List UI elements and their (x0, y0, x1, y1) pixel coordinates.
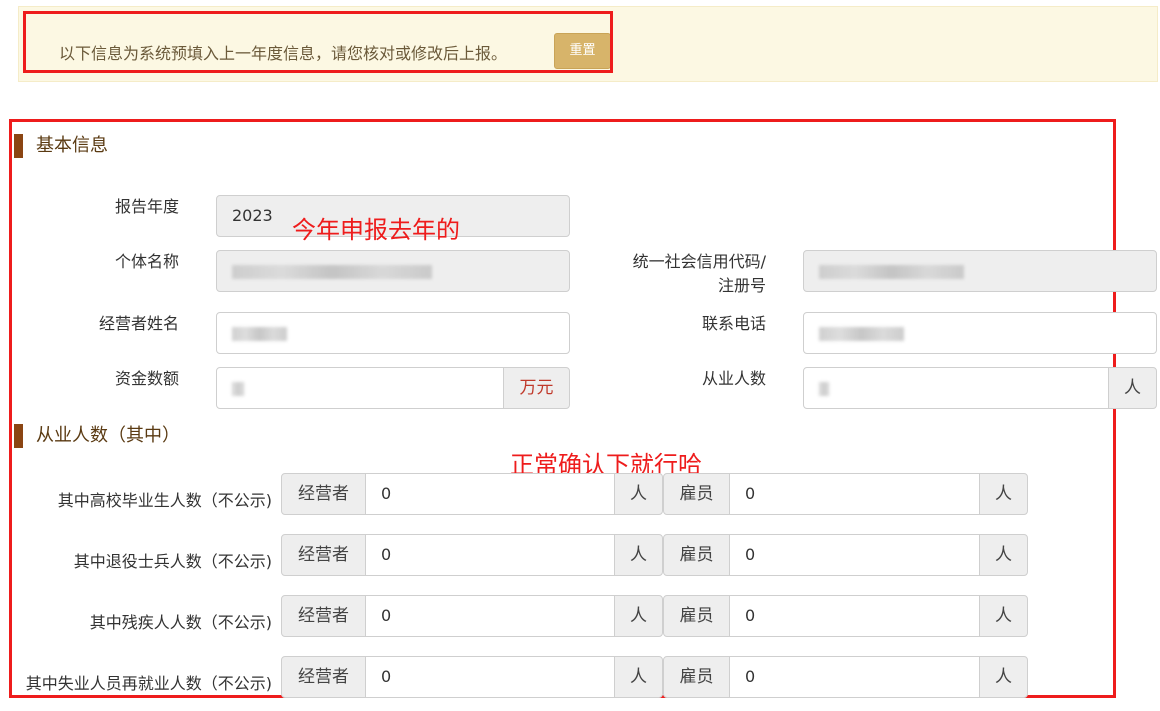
name-redacted (232, 264, 432, 279)
section-title-employment-label: 从业人数（其中） (36, 425, 180, 446)
operator-unit-addon: 人 (614, 656, 663, 698)
report-year-label: 报告年度 (114, 197, 179, 216)
operator-name-label: 经营者姓名 (98, 314, 179, 333)
name-label: 个体名称 (114, 252, 179, 271)
employee-unit-addon: 人 (979, 595, 1028, 637)
operator-unit-addon: 人 (614, 473, 663, 515)
employee-count-input[interactable]: 0 (729, 534, 980, 576)
section-title-basic: 基本信息 (14, 134, 108, 158)
credit-code-field[interactable] (803, 250, 1157, 292)
credit-code-label-line-2: 注册号 (717, 276, 766, 295)
capital-redacted (232, 381, 244, 396)
employment-row-label: 其中退役士兵人数（不公示) (73, 552, 272, 571)
capital-field[interactable] (216, 367, 504, 409)
operator-name-field[interactable] (216, 312, 570, 354)
annotation-year-note: 今年申报去年的 (292, 216, 460, 244)
employee-unit-addon: 人 (979, 534, 1028, 576)
section-bar (14, 424, 23, 448)
operator-count-input[interactable]: 0 (365, 656, 615, 698)
phone-redacted (819, 326, 904, 341)
operator-addon: 经营者 (281, 595, 366, 637)
operator-count-value: 0 (381, 606, 392, 625)
employment-row-label: 其中高校毕业生人数（不公示) (57, 491, 272, 510)
operator-count-input[interactable]: 0 (365, 534, 615, 576)
credit-code-label-line-1: 统一社会信用代码/ (632, 252, 766, 271)
employee-unit-addon: 人 (979, 656, 1028, 698)
employee-count-input[interactable]: 0 (729, 473, 980, 515)
capital-label: 资金数额 (114, 369, 179, 388)
section-title-basic-label: 基本信息 (36, 135, 108, 156)
phone-label: 联系电话 (701, 314, 766, 333)
employee-unit-addon: 人 (979, 473, 1028, 515)
operator-count-value: 0 (381, 545, 392, 564)
employee-count-value: 0 (745, 667, 756, 686)
employee-addon: 雇员 (663, 473, 730, 515)
employee-addon: 雇员 (663, 656, 730, 698)
name-field[interactable] (216, 250, 570, 292)
phone-field[interactable] (803, 312, 1157, 354)
employees-label: 从业人数 (701, 369, 766, 388)
operator-count-input[interactable]: 0 (365, 473, 615, 515)
employee-count-input[interactable]: 0 (729, 656, 980, 698)
operator-addon: 经营者 (281, 534, 366, 576)
employment-row-label: 其中失业人员再就业人数（不公示) (25, 674, 272, 693)
section-title-employment: 从业人数（其中） (14, 424, 180, 448)
employees-field[interactable] (803, 367, 1109, 409)
operator-unit-addon: 人 (614, 534, 663, 576)
credit-code-label: 统一社会信用代码/ 注册号 (590, 250, 766, 298)
report-year-value: 2023 (232, 206, 273, 225)
operator-addon: 经营者 (281, 656, 366, 698)
operator-count-value: 0 (381, 484, 392, 503)
employee-count-value: 0 (745, 484, 756, 503)
employees-unit-addon: 人 (1108, 367, 1157, 409)
employment-row-label: 其中残疾人人数（不公示) (89, 613, 272, 632)
employee-count-value: 0 (745, 545, 756, 564)
employee-count-value: 0 (745, 606, 756, 625)
employee-count-input[interactable]: 0 (729, 595, 980, 637)
operator-name-redacted (232, 326, 287, 341)
operator-addon: 经营者 (281, 473, 366, 515)
employee-addon: 雇员 (663, 534, 730, 576)
employees-redacted (819, 381, 829, 396)
capital-unit-addon: 万元 (503, 367, 570, 409)
operator-count-input[interactable]: 0 (365, 595, 615, 637)
operator-unit-addon: 人 (614, 595, 663, 637)
notice-highlight-box (23, 11, 613, 73)
employee-addon: 雇员 (663, 595, 730, 637)
credit-code-redacted (819, 264, 964, 279)
operator-count-value: 0 (381, 667, 392, 686)
section-bar (14, 134, 23, 158)
